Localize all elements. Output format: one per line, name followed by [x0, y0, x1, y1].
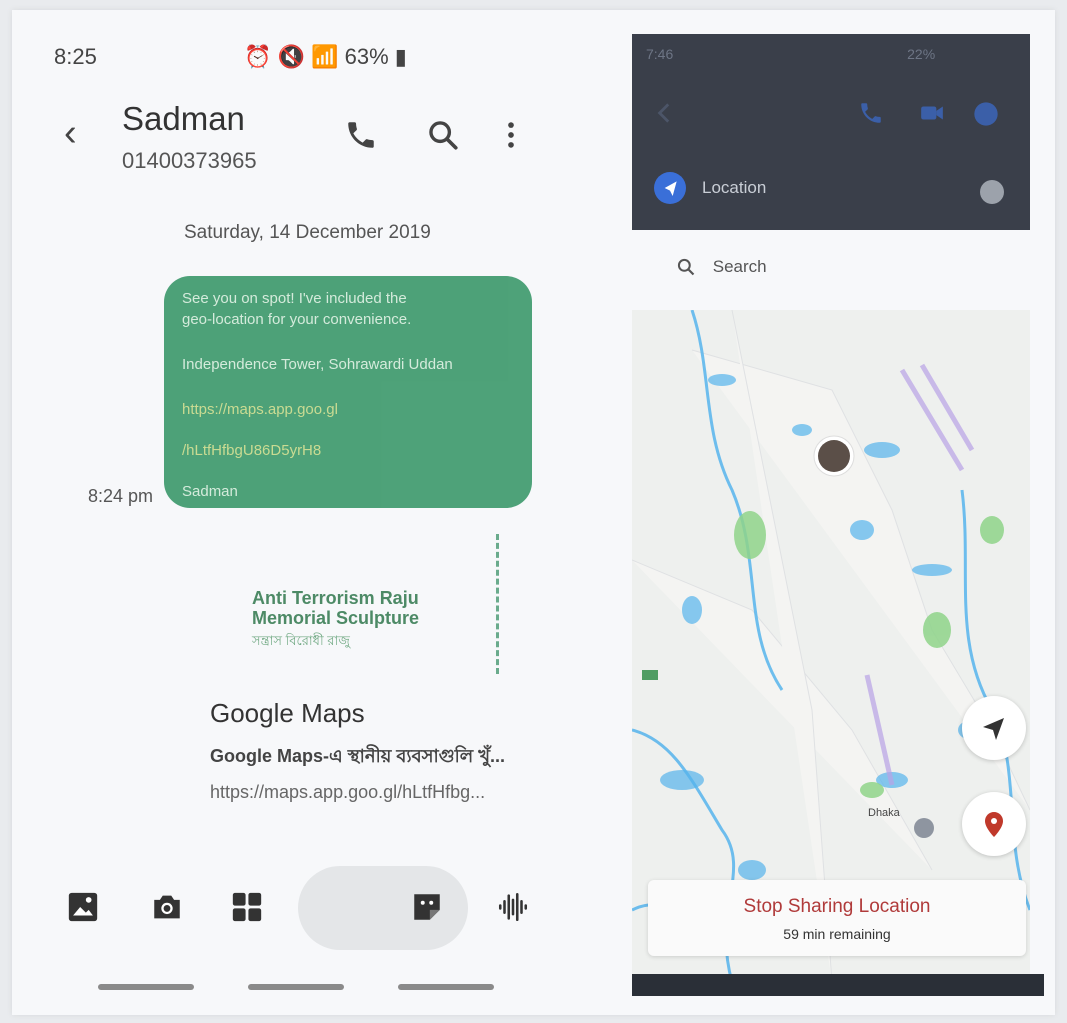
nav-back[interactable] [398, 984, 494, 990]
message-place: Independence Tower, Sohrawardi Uddan [182, 356, 453, 373]
sent-message-bubble[interactable]: See you on spot! I've included the geo-l… [164, 276, 532, 508]
message-link-part1[interactable]: https://maps.app.goo.gl [182, 399, 514, 420]
map-place-sublabel: সন্ত্রাস বিরোধী রাজু [252, 633, 350, 648]
link-preview-map-thumbnail[interactable]: Anti Terrorism Raju Memorial Sculpture স… [226, 534, 506, 684]
phone-call-icon[interactable] [858, 100, 884, 126]
close-icon[interactable] [980, 180, 1004, 204]
message-link-part2[interactable]: /hLtfHfbgU86D5yrH8 [182, 440, 514, 461]
nav-recent-apps[interactable] [98, 984, 194, 990]
alarm-icon: ⏰ [244, 44, 272, 69]
more-options-icon[interactable] [494, 118, 528, 152]
compose-bar [66, 866, 576, 950]
sticker-icon[interactable] [410, 890, 444, 924]
gallery-icon[interactable] [66, 890, 100, 924]
link-preview-description: Google Maps-এ স্থানীয় ব্যবসাগুলি খুঁ... [210, 746, 506, 766]
message-line-2: geo-location for your convenience. [182, 311, 412, 328]
message-line-1: See you on spot! I've included the [182, 290, 407, 307]
mute-icon: 🔇 [277, 44, 305, 69]
back-arrow-icon[interactable]: ‹ [64, 112, 77, 155]
link-preview-url[interactable]: https://maps.app.goo.gl/hLtfHfbg... [210, 782, 485, 803]
link-preview-title[interactable]: Google Maps [210, 698, 365, 729]
time-remaining: 59 min remaining [783, 926, 891, 942]
message-signature: Sadman [182, 483, 238, 500]
search-icon [677, 258, 695, 275]
location-share-screen: 7:46 22% Location Search Dhaka Stop Shar… [632, 34, 1044, 998]
messages-screen: 8:25 ⏰ 🔇 📶 63% ▮ ‹ Sadman 01400373965 Sa… [36, 24, 596, 1004]
status-icons: ⏰ 🔇 📶 63% ▮ [244, 44, 642, 1008]
location-label: Location [702, 178, 767, 197]
back-arrow-icon[interactable] [652, 100, 678, 126]
map-search-bar[interactable]: Search [676, 256, 767, 277]
search-placeholder: Search [712, 256, 767, 276]
video-call-icon[interactable] [918, 100, 946, 126]
navigation-arrow-icon [983, 718, 1004, 740]
contact-name[interactable]: Sadman [122, 100, 245, 138]
nav-home[interactable] [248, 984, 344, 990]
wifi-icon: 📶 [311, 44, 339, 69]
message-timestamp: 8:24 pm [88, 486, 154, 506]
stop-sharing-card[interactable]: Stop Sharing Location 59 min remaining [648, 880, 1026, 956]
right-status-time: 7:46 [646, 46, 674, 62]
right-status-bar: 7:46 22% [646, 46, 935, 62]
battery-icon: ▮ [394, 44, 407, 69]
right-nav-bar [632, 974, 1044, 996]
battery-percent: 63% [344, 44, 389, 69]
stop-sharing-button[interactable]: Stop Sharing Location [648, 896, 1026, 918]
location-header-panel: 7:46 22% Location [632, 34, 1030, 230]
date-separator: Saturday, 14 December 2019 [184, 222, 431, 243]
conversation-header: ‹ Sadman 01400373965 [36, 94, 556, 184]
right-battery-percent: 22% [907, 46, 936, 62]
status-time: 8:25 [54, 44, 97, 69]
apps-grid-icon[interactable] [230, 890, 264, 924]
place-pin-button[interactable] [962, 792, 1026, 856]
status-bar: 8:25 ⏰ 🔇 📶 63% ▮ [54, 44, 556, 74]
contact-number: 01400373965 [122, 148, 257, 173]
info-icon[interactable] [972, 100, 1000, 128]
location-arrow-icon [654, 172, 686, 204]
phone-call-icon[interactable] [344, 118, 378, 152]
map-city-label: Dhaka [868, 807, 901, 819]
search-icon[interactable] [426, 118, 460, 152]
map-pin-icon [985, 812, 1003, 837]
camera-icon[interactable] [150, 890, 184, 924]
map-place-label: Anti Terrorism Raju Memorial Sculpture [252, 588, 420, 628]
map-route-line [496, 534, 503, 674]
voice-icon[interactable] [496, 890, 530, 924]
my-location-button[interactable] [962, 696, 1026, 760]
